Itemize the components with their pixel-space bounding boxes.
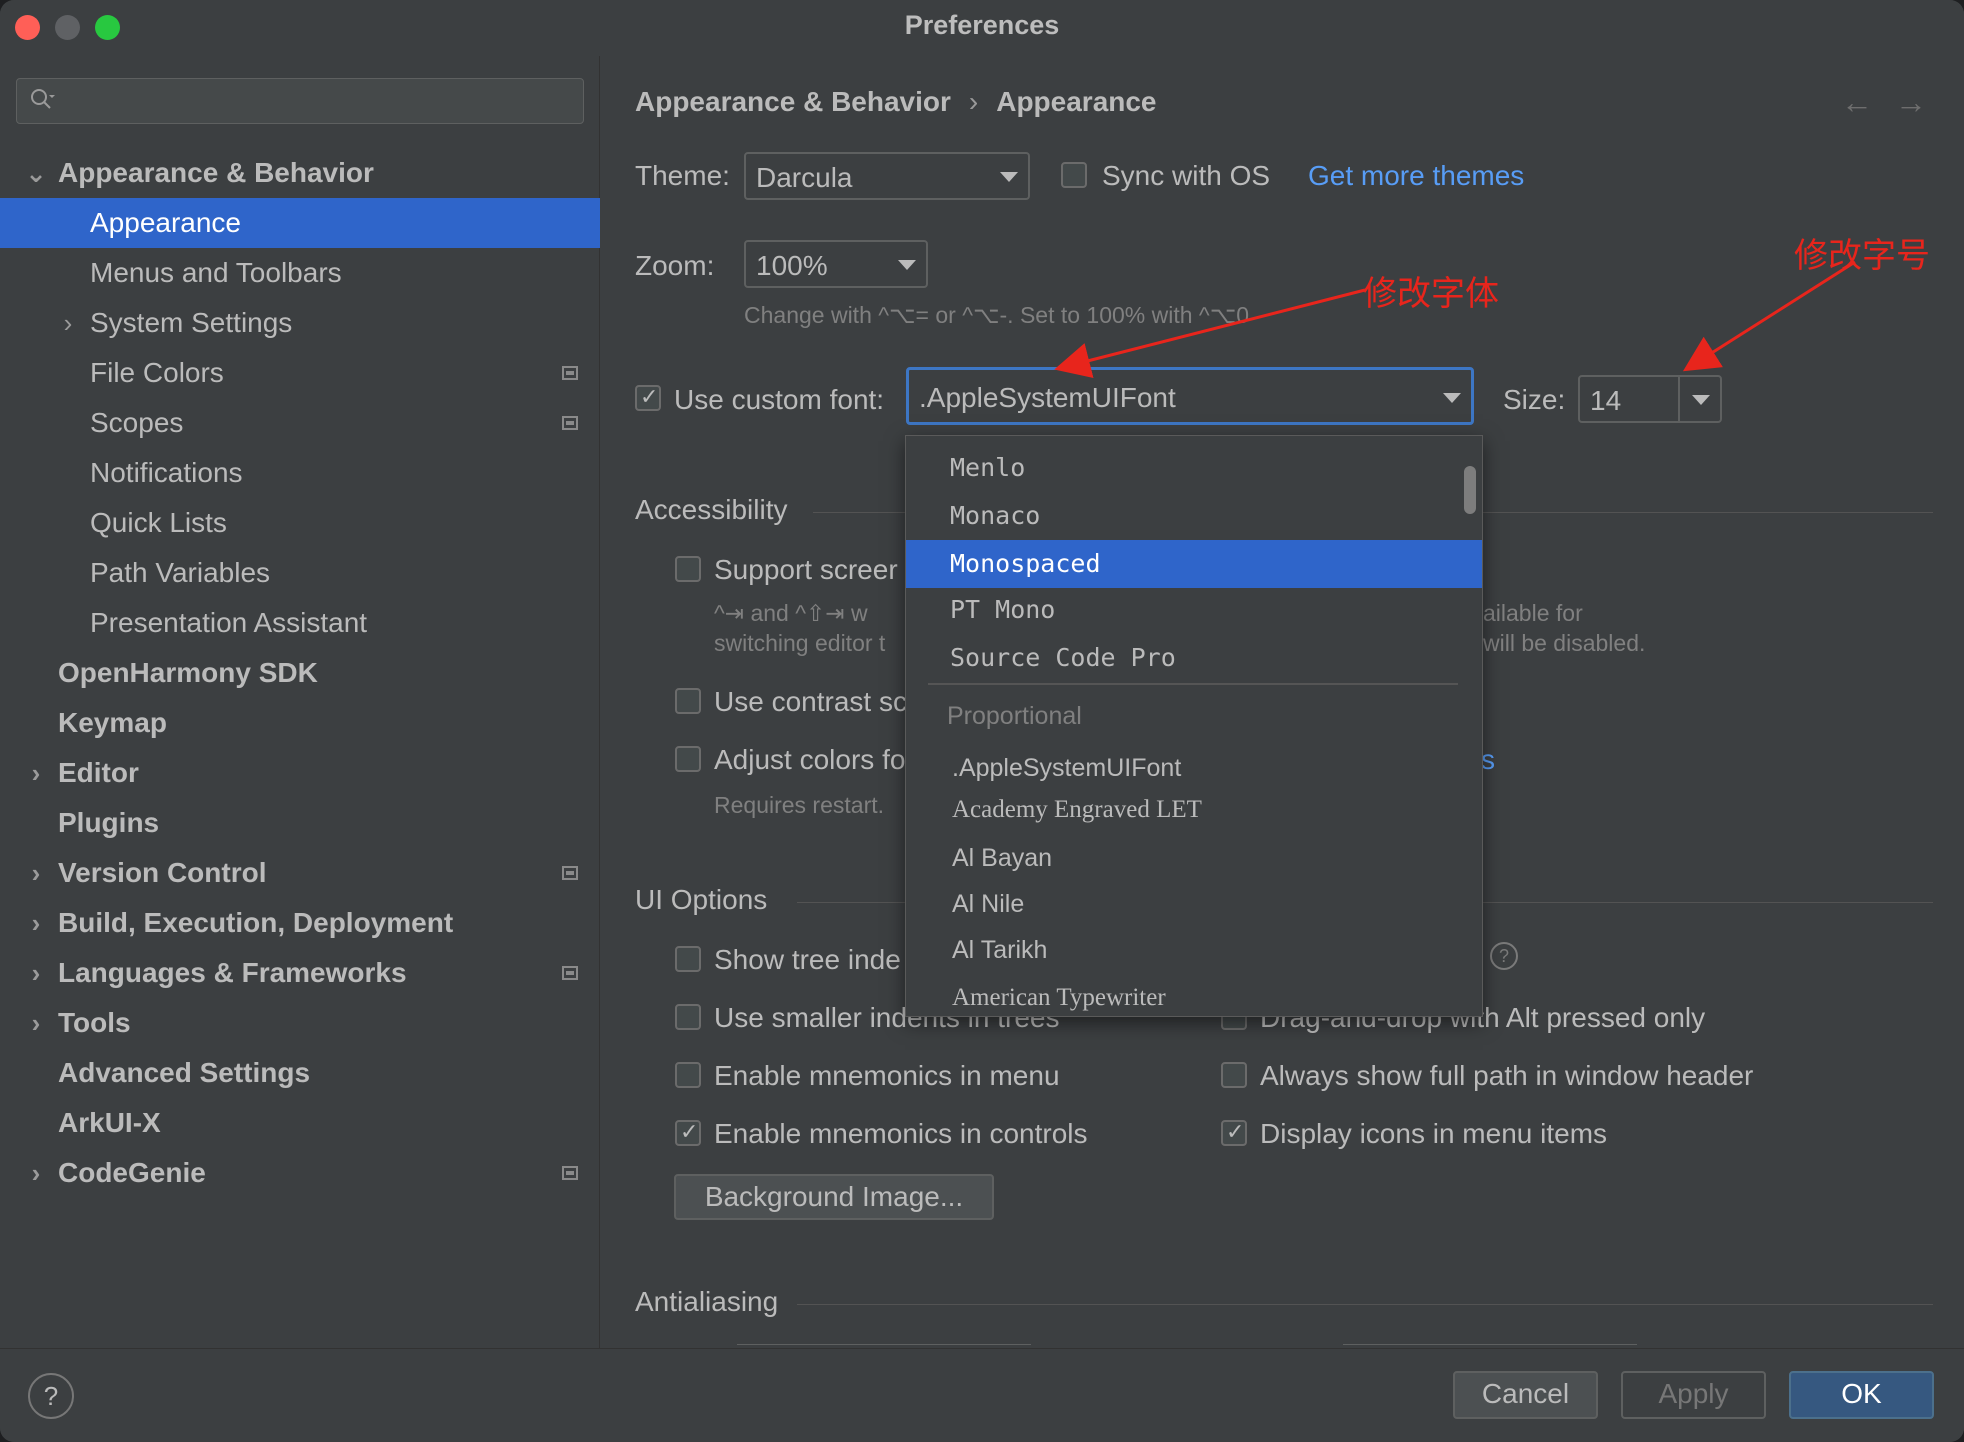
- size-annotation-arrow: [1682, 260, 1856, 372]
- font-annotation-arrow: [1054, 288, 1366, 379]
- font-annotation: 修改字体: [1363, 274, 1499, 314]
- annotation-arrows: [1054, 260, 1856, 379]
- size-annotation: 修改字号: [1794, 236, 1930, 276]
- preferences-window: Preferences ⌄ Appearance & Behavior Appear…: [0, 0, 1964, 1442]
